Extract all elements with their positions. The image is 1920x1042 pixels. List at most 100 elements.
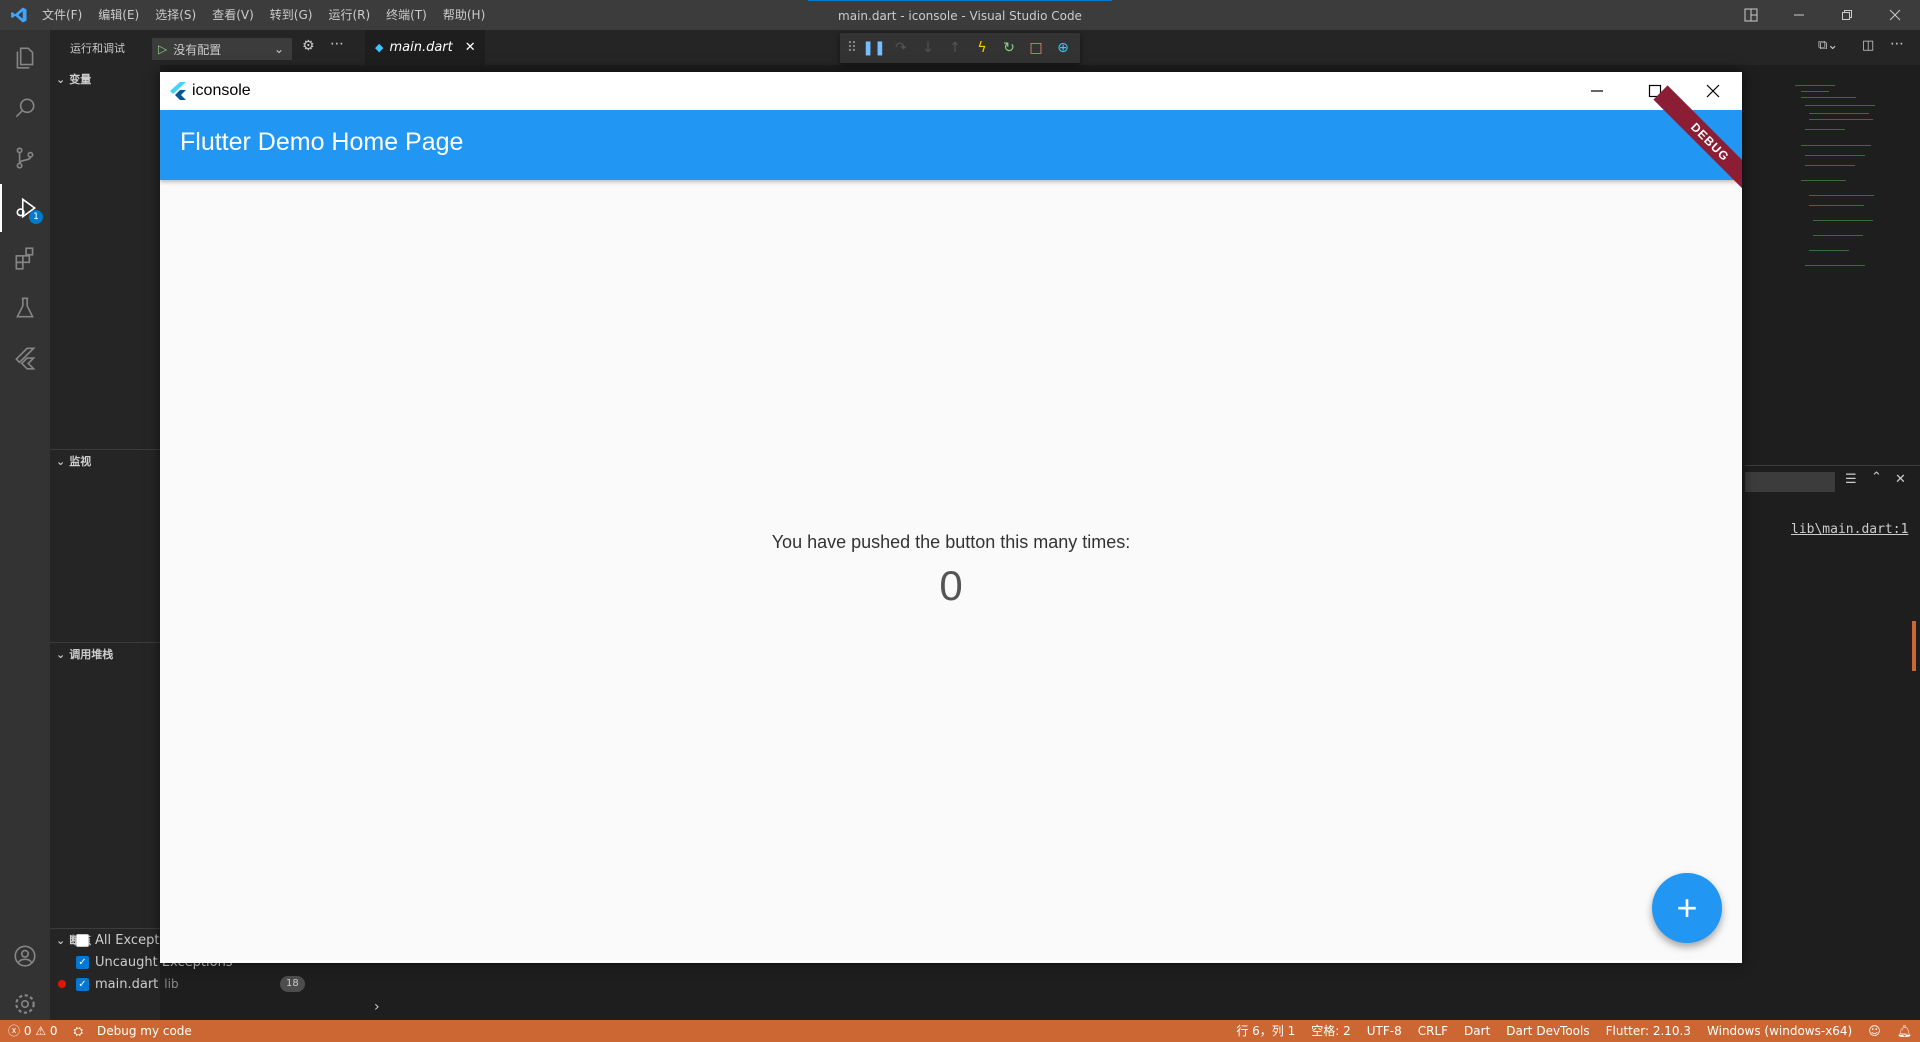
- debug-toolbar: ⠿ ❚❚ ↷ ↓ ↑ ϟ ↻ □ ⊕: [840, 33, 1080, 63]
- dart-devtools[interactable]: Dart DevTools: [1498, 1020, 1597, 1042]
- filter-input[interactable]: [1745, 472, 1835, 492]
- line-ending[interactable]: CRLF: [1410, 1020, 1456, 1042]
- app-minimize-icon[interactable]: [1568, 72, 1626, 110]
- target-device[interactable]: Windows (windows-x64): [1699, 1020, 1860, 1042]
- indentation[interactable]: 空格: 2: [1303, 1020, 1359, 1042]
- cursor-position[interactable]: 行 6，列 1: [1228, 1020, 1303, 1042]
- close-icon[interactable]: [1872, 0, 1918, 30]
- gear-icon[interactable]: ⚙: [302, 38, 315, 54]
- flutter-logo-icon: [170, 82, 186, 100]
- source-control-icon[interactable]: [0, 134, 50, 182]
- menu-run[interactable]: 运行(R): [320, 0, 378, 30]
- editor-area: [1745, 65, 1920, 465]
- checkbox[interactable]: ✓: [76, 955, 89, 969]
- stop-icon[interactable]: □: [1025, 37, 1047, 59]
- account-icon[interactable]: [0, 932, 50, 980]
- more-actions-icon[interactable]: ⋯: [330, 36, 344, 52]
- step-into-icon[interactable]: ↓: [917, 37, 939, 59]
- tab-main-dart[interactable]: ◆ main.dart ✕: [365, 30, 485, 65]
- callstack-title: 调用堆栈: [69, 648, 114, 661]
- run-debug-icon[interactable]: 1: [0, 184, 50, 232]
- warning-icon: ⚠: [35, 1024, 47, 1038]
- testing-flask-icon[interactable]: [0, 284, 50, 332]
- step-out-icon[interactable]: ↑: [944, 37, 966, 59]
- inspect-widget-icon[interactable]: ⊕: [1052, 37, 1074, 59]
- status-bar: ⓧ 0 ⚠ 0 ⛭ Debug my code 行 6，列 1 空格: 2 UT…: [0, 1020, 1920, 1042]
- breakpoint-dot-icon: [58, 980, 66, 988]
- flutter-version[interactable]: Flutter: 2.10.3: [1598, 1020, 1699, 1042]
- split-editor-icon[interactable]: ◫: [1862, 38, 1874, 53]
- drag-handle-icon[interactable]: ⠿: [846, 37, 858, 59]
- restore-icon[interactable]: [1824, 0, 1870, 30]
- debug-broadcast-icon[interactable]: ⧉⌄: [1818, 38, 1838, 53]
- restart-icon[interactable]: ↻: [998, 37, 1020, 59]
- source-link[interactable]: lib\main.dart:1: [1791, 522, 1908, 537]
- counter-value: 0: [939, 562, 963, 609]
- chevron-down-icon: ⌄: [56, 454, 66, 468]
- chevron-right-icon[interactable]: ›: [374, 999, 380, 1015]
- menu-view[interactable]: 查看(V): [204, 0, 262, 30]
- divider: [50, 642, 160, 643]
- close-tab-icon[interactable]: ✕: [465, 40, 476, 55]
- checkbox[interactable]: ✓: [76, 977, 89, 991]
- variables-title: 变量: [69, 73, 92, 86]
- layout-icon[interactable]: [1728, 0, 1774, 30]
- counter-label: You have pushed the button this many tim…: [771, 532, 1131, 552]
- activity-bar: 1: [0, 30, 50, 1020]
- step-over-icon[interactable]: ↷: [890, 37, 912, 59]
- extensions-icon[interactable]: [0, 234, 50, 282]
- debug-status[interactable]: ⛭ Debug my code: [66, 1020, 200, 1042]
- app-title-bar: iconsole: [160, 72, 1742, 110]
- variables-section-header[interactable]: ⌄ 变量: [50, 70, 160, 88]
- menu-selection[interactable]: 选择(S): [147, 0, 204, 30]
- config-label: 没有配置: [173, 42, 222, 57]
- checkbox[interactable]: [76, 933, 89, 947]
- chevron-down-icon: ⌄: [56, 647, 66, 661]
- debug-config-label: Debug my code: [96, 1024, 192, 1038]
- notifications-bell-icon[interactable]: 🔔︎: [1889, 1020, 1920, 1042]
- flutter-icon[interactable]: [0, 334, 50, 382]
- search-icon[interactable]: [0, 84, 50, 132]
- scrollbar-indicator[interactable]: [1912, 621, 1916, 671]
- minimize-icon[interactable]: [1776, 0, 1822, 30]
- window-title: main.dart - iconsole - Visual Studio Cod…: [808, 0, 1112, 31]
- menu-go[interactable]: 转到(G): [262, 0, 321, 30]
- clear-console-icon[interactable]: ☰: [1845, 472, 1857, 487]
- menu-terminal[interactable]: 终端(T): [378, 0, 435, 30]
- breakpoint-main-dart[interactable]: ✓ main.dart lib 18: [58, 974, 358, 994]
- chevron-down-icon: ⌄: [273, 42, 284, 56]
- title-bar: 文件(F) 编辑(E) 选择(S) 查看(V) 转到(G) 运行(R) 终端(T…: [0, 0, 1920, 30]
- debug-config-select[interactable]: ▷ 没有配置 ⌄: [152, 38, 292, 60]
- breakpoint-label: main.dart: [95, 976, 159, 992]
- explorer-icon[interactable]: [0, 34, 50, 82]
- more-actions-icon[interactable]: ⋯: [1890, 36, 1904, 52]
- maximize-panel-icon[interactable]: ⌃: [1871, 470, 1882, 485]
- hot-reload-icon[interactable]: ϟ: [971, 37, 993, 59]
- callstack-section-header[interactable]: ⌄ 调用堆栈: [50, 645, 160, 663]
- debug-badge: 1: [29, 210, 43, 224]
- debug-icon: ⛭: [73, 1024, 84, 1038]
- watch-section-header[interactable]: ⌄ 监视: [50, 452, 160, 470]
- pause-icon[interactable]: ❚❚: [862, 37, 885, 59]
- problems-indicator[interactable]: ⓧ 0 ⚠ 0: [0, 1020, 66, 1042]
- play-icon[interactable]: ▷: [158, 42, 167, 56]
- encoding[interactable]: UTF-8: [1359, 1020, 1410, 1042]
- app-window-title: iconsole: [192, 82, 251, 99]
- error-count: 0: [23, 1024, 32, 1038]
- language-mode[interactable]: Dart: [1456, 1020, 1498, 1042]
- menu-help[interactable]: 帮助(H): [435, 0, 493, 30]
- minimap[interactable]: [1795, 85, 1895, 285]
- increment-fab-button[interactable]: +: [1652, 873, 1722, 943]
- feedback-icon[interactable]: ☺: [1860, 1020, 1889, 1042]
- menu-edit[interactable]: 编辑(E): [90, 0, 147, 30]
- run-debug-title: 运行和调试: [70, 42, 125, 55]
- error-icon: ⓧ: [8, 1024, 21, 1038]
- vscode-logo-icon: [4, 0, 34, 30]
- warning-count: 0: [49, 1024, 58, 1038]
- close-panel-icon[interactable]: ✕: [1895, 472, 1906, 487]
- menu-file[interactable]: 文件(F): [34, 0, 90, 30]
- add-icon: +: [1676, 887, 1698, 928]
- app-close-icon[interactable]: [1684, 72, 1742, 110]
- breakpoint-folder: lib: [164, 977, 179, 991]
- watch-title: 监视: [69, 455, 92, 468]
